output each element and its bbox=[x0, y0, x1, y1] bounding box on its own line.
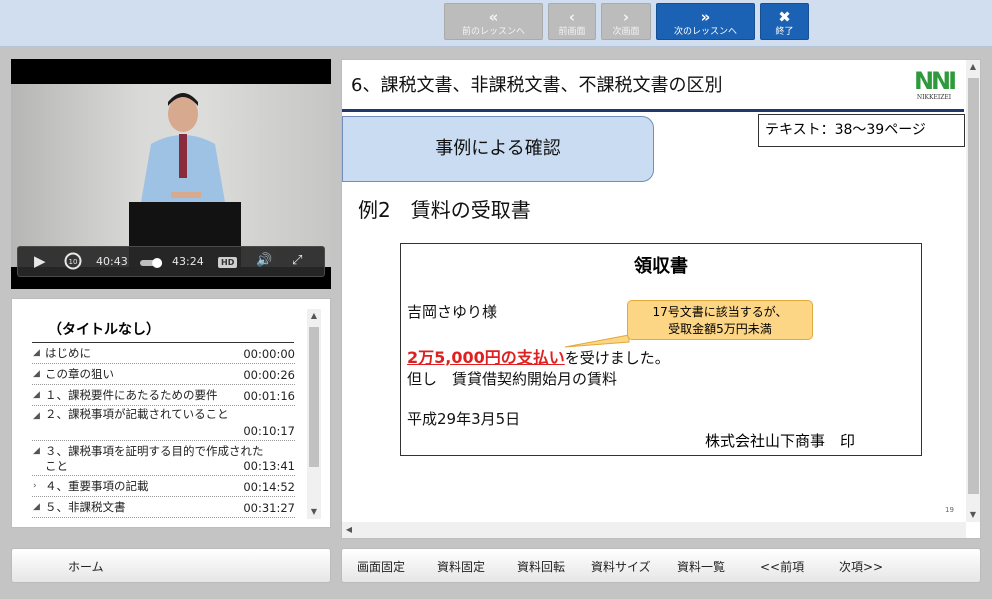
play-icon[interactable]: ▶ bbox=[34, 252, 46, 270]
receipt-amount-suffix: を受けました。 bbox=[564, 349, 670, 367]
chapter-time: 00:01:16 bbox=[243, 388, 295, 405]
rotate-material-button[interactable]: 資料回転 bbox=[517, 558, 565, 575]
logo-mark-icon: NNI bbox=[913, 67, 957, 95]
scroll-up-icon[interactable]: ▲ bbox=[307, 309, 321, 323]
fullscreen-icon[interactable]: ⤢ bbox=[292, 253, 302, 268]
chapter-time: 00:14:52 bbox=[243, 479, 295, 496]
video-frame bbox=[11, 84, 331, 267]
seek-slider[interactable] bbox=[140, 257, 164, 272]
video-player[interactable]: ▶ 10 40:43 43:24 HD 🔊 ⤢ bbox=[11, 59, 331, 289]
receipt-document: 領収書 吉岡さゆり様 2万5,000円の支払いを受けました。 但し 賃貸借契約開… bbox=[400, 243, 922, 456]
chapter-list-scrollbar[interactable]: ▲ ▼ bbox=[307, 309, 321, 519]
scroll-down-icon[interactable]: ▼ bbox=[307, 505, 321, 519]
list-item[interactable]: ◢ この章の狙い 00:00:26 bbox=[32, 364, 295, 385]
callout-pointer bbox=[564, 334, 630, 348]
list-item[interactable]: › ４、重要事項の記載 00:14:52 bbox=[32, 476, 295, 497]
lock-material-button[interactable]: 資料固定 bbox=[437, 558, 485, 575]
chapter-title: ３、課税事項を証明する目的で作成されたこと bbox=[45, 444, 264, 473]
list-item[interactable]: ◢ １、課税要件にあたるための要件 00:01:16 bbox=[32, 385, 295, 406]
next-screen-button[interactable]: › 次画面 bbox=[601, 3, 651, 40]
double-chevron-left-icon: « bbox=[488, 8, 499, 26]
material-size-button[interactable]: 資料サイズ bbox=[591, 558, 651, 575]
chevron-right-icon: › bbox=[622, 8, 630, 26]
callout-line-1: 17号文書に該当するが、 bbox=[652, 305, 788, 319]
close-button[interactable]: ✖ 終了 bbox=[760, 3, 809, 40]
receipt-date: 平成29年3月5日 bbox=[407, 410, 521, 428]
chapter-time: 00:13:41 bbox=[243, 458, 295, 475]
close-label: 終了 bbox=[775, 27, 794, 37]
next-lesson-label: 次のレッスンへ bbox=[673, 27, 737, 37]
next-item-button[interactable]: 次項>> bbox=[839, 558, 883, 575]
chapter-time: 00:00:26 bbox=[243, 367, 295, 384]
chapter-list: ◢ はじめに 00:00:00 ◢ この章の狙い 00:00:26 ◢ １、課税… bbox=[32, 343, 295, 518]
lesson-nav-bar: « 前のレッスンへ ‹ 前画面 › 次画面 » 次のレッスンへ ✖ 終了 bbox=[0, 0, 992, 47]
receipt-amount: 2万5,000円の支払い bbox=[407, 348, 565, 367]
chapter-time: 00:31:27 bbox=[243, 500, 295, 517]
video-controls: ▶ 10 40:43 43:24 HD 🔊 ⤢ bbox=[17, 246, 325, 277]
scroll-down-icon[interactable]: ▼ bbox=[966, 508, 980, 522]
prev-screen-button[interactable]: ‹ 前画面 bbox=[548, 3, 596, 40]
next-screen-label: 次画面 bbox=[612, 27, 640, 37]
home-button[interactable]: ホーム bbox=[68, 558, 104, 575]
lock-screen-button[interactable]: 画面固定 bbox=[357, 558, 405, 575]
scroll-thumb[interactable] bbox=[968, 78, 979, 494]
receipt-note: 但し 賃貸借契約開始月の賃料 bbox=[407, 370, 618, 388]
svg-text:10: 10 bbox=[69, 258, 78, 266]
triangle-icon: ◢ bbox=[33, 446, 40, 456]
slide-toolbar: 画面固定 資料固定 資料回転 資料サイズ 資料一覧 <<前項 次項>> bbox=[341, 548, 981, 583]
slide-page-number: 19 bbox=[945, 506, 954, 514]
section-label: 事例による確認 bbox=[342, 116, 654, 182]
slide-viewer: 6、課税文書、非課税文書、不課税文書の区別 NNI NIKKEIZEI 事例によ… bbox=[341, 59, 981, 539]
rewind-10-icon[interactable]: 10 bbox=[63, 251, 83, 274]
callout-note: 17号文書に該当するが、 受取金額5万円未満 bbox=[627, 300, 813, 340]
receipt-title: 領収書 bbox=[634, 256, 688, 277]
duration-time: 43:24 bbox=[172, 255, 204, 268]
double-chevron-right-icon: » bbox=[700, 8, 711, 26]
slide-heading: 6、課税文書、非課税文書、不課税文書の区別 bbox=[351, 75, 723, 96]
list-item[interactable]: ◢ ３、課税事項を証明する目的で作成されたこと 00:13:41 bbox=[32, 441, 295, 476]
receipt-company: 株式会社山下商事 印 bbox=[705, 432, 856, 450]
scroll-thumb[interactable] bbox=[309, 327, 319, 467]
chevron-left-icon: ‹ bbox=[568, 8, 576, 26]
callout-line-2: 受取金額5万円未満 bbox=[668, 322, 772, 336]
close-icon: ✖ bbox=[778, 8, 791, 26]
prev-lesson-label: 前のレッスンへ bbox=[461, 27, 525, 37]
home-bar: ホーム bbox=[11, 548, 331, 583]
prev-lesson-button[interactable]: « 前のレッスンへ bbox=[444, 3, 543, 40]
text-page-reference: テキスト：38〜39ページ bbox=[758, 114, 965, 147]
example-title: 例2 賃料の受取書 bbox=[358, 198, 531, 222]
chapter-title: ２、課税事項が記載されていること bbox=[45, 407, 229, 421]
material-list-button[interactable]: 資料一覧 bbox=[677, 558, 725, 575]
prev-screen-label: 前画面 bbox=[558, 27, 586, 37]
prev-item-button[interactable]: <<前項 bbox=[760, 558, 804, 575]
list-item[interactable]: ◢ ２、課税事項が記載されていること 00:10:17 bbox=[32, 406, 295, 441]
chapter-list-panel: （タイトルなし） ◢ はじめに 00:00:00 ◢ この章の狙い 00:00:… bbox=[11, 298, 331, 528]
chapter-list-title: （タイトルなし） bbox=[32, 319, 294, 343]
scroll-up-icon[interactable]: ▲ bbox=[966, 60, 980, 74]
triangle-icon: ◢ bbox=[33, 369, 40, 379]
expand-arrow-icon: › bbox=[33, 481, 37, 491]
slide-horizontal-scrollbar[interactable]: ◀ bbox=[342, 522, 966, 538]
list-item[interactable]: ◢ はじめに 00:00:00 bbox=[32, 343, 295, 364]
list-item[interactable]: ◢ ５、非課税文書 00:31:27 bbox=[32, 497, 295, 518]
logo-word: NIKKEIZEI bbox=[916, 94, 952, 101]
triangle-icon: ◢ bbox=[33, 348, 40, 358]
triangle-icon: ◢ bbox=[33, 502, 40, 512]
heading-divider bbox=[342, 109, 964, 112]
next-lesson-button[interactable]: » 次のレッスンへ bbox=[656, 3, 755, 40]
volume-icon[interactable]: 🔊 bbox=[256, 253, 272, 268]
hd-badge[interactable]: HD bbox=[218, 257, 238, 268]
receipt-recipient: 吉岡さゆり様 bbox=[407, 303, 498, 321]
chapter-time: 00:00:00 bbox=[243, 346, 295, 363]
triangle-icon: ◢ bbox=[33, 390, 40, 400]
slide-vertical-scrollbar[interactable]: ▲ ▼ bbox=[966, 60, 980, 522]
nikkeizei-logo: NNI NIKKEIZEI bbox=[911, 68, 957, 104]
triangle-icon: ◢ bbox=[33, 411, 40, 421]
scroll-left-icon[interactable]: ◀ bbox=[342, 523, 356, 537]
chapter-time: 00:10:17 bbox=[243, 423, 295, 440]
current-time: 40:43 bbox=[96, 255, 128, 268]
